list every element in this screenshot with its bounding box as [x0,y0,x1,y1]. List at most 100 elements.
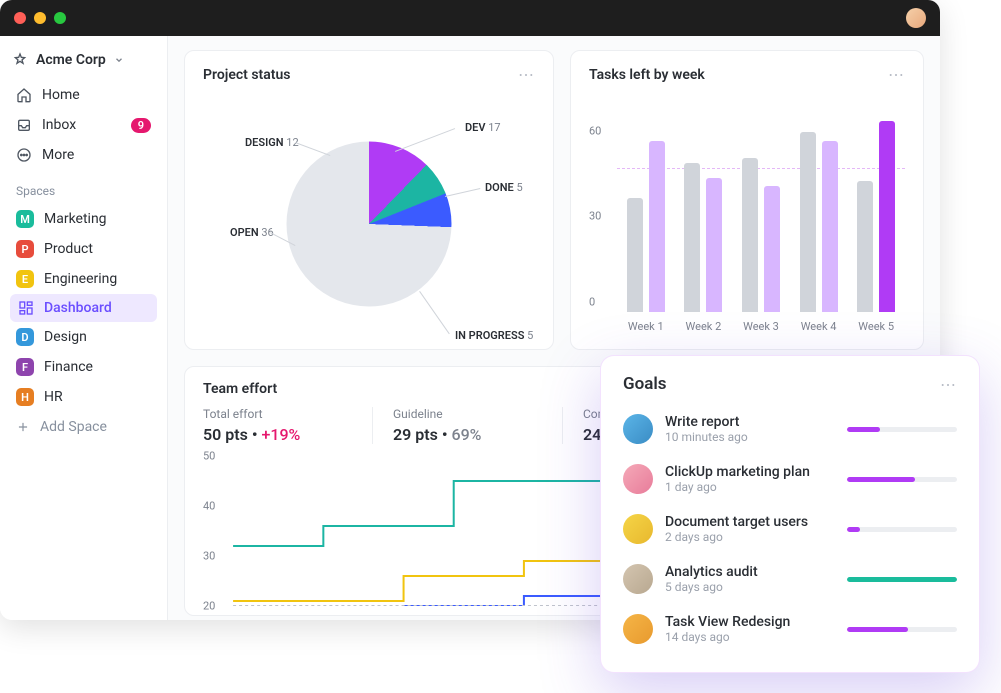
space-label: Dashboard [44,300,112,316]
card-title: Team effort [203,381,277,397]
goal-time: 2 days ago [665,530,835,544]
workspace-icon [12,52,28,68]
goal-time: 10 minutes ago [665,430,835,444]
space-icon: F [16,358,34,376]
space-icon: D [16,328,34,346]
bar [706,178,722,312]
stat-label: Total effort [203,407,352,421]
sidebar-space-item[interactable]: HHR [10,382,157,412]
bar-group [684,163,722,312]
window-controls [14,12,66,24]
goal-item[interactable]: Document target users2 days ago [623,504,957,554]
y-axis-tick: 30 [589,210,601,223]
bar-group [627,141,665,312]
card-menu-icon[interactable]: ⋯ [888,65,905,84]
avatar [623,614,653,644]
sidebar: Acme Corp Home Inbox 9 More Spaces M Mark… [0,36,168,620]
sidebar-space-item[interactable]: FFinance [10,352,157,382]
stat-label: Guideline [393,407,542,421]
bar-group [742,158,780,312]
bar [879,121,895,312]
sidebar-space-item[interactable]: D Design [10,322,157,352]
card-menu-icon[interactable]: ⋯ [518,65,535,84]
stat-value: 50 pts • +19% [203,425,352,444]
x-axis-label: Week 2 [686,320,722,333]
goal-name: ClickUp marketing plan [665,464,835,480]
nav-more[interactable]: More [10,140,157,170]
sidebar-space-item[interactable]: M Marketing [10,204,157,234]
goal-item[interactable]: ClickUp marketing plan1 day ago [623,454,957,504]
add-space-label: Add Space [40,419,107,435]
workspace-switcher[interactable]: Acme Corp [10,48,157,80]
pie-slice-label: DONE 5 [485,181,523,194]
card-title: Project status [203,67,290,83]
avatar [623,564,653,594]
space-icon: H [16,388,34,406]
goal-item[interactable]: Task View Redesign14 days ago [623,604,957,654]
bar-chart: 0 30 60 [589,92,905,312]
space-label: Design [44,329,87,345]
x-axis-label: Week 5 [858,320,894,333]
progress-bar [847,427,957,432]
nav-label: Home [42,87,80,103]
goal-item[interactable]: Write report10 minutes ago [623,404,957,454]
y-axis-tick: 20 [203,600,215,613]
card-menu-icon[interactable]: ⋯ [940,375,957,394]
sidebar-space-item[interactable]: PProduct [10,234,157,264]
bar-group [800,132,838,312]
card-project-status: Project status ⋯ DESIGN 12 DEV 17 DONE 5 IN… [184,50,554,350]
spaces-label: Spaces [10,170,157,204]
minimize-window-icon[interactable] [34,12,46,24]
workspace-name: Acme Corp [36,52,106,68]
bar [764,186,780,312]
avatar [623,464,653,494]
space-label: Product [44,241,93,257]
maximize-window-icon[interactable] [54,12,66,24]
goal-name: Task View Redesign [665,614,835,630]
nav-home[interactable]: Home [10,80,157,110]
y-axis-tick: 60 [589,124,601,137]
goal-time: 5 days ago [665,580,835,594]
bar-group [857,121,895,312]
x-axis-label: Week 3 [743,320,779,333]
close-window-icon[interactable] [14,12,26,24]
card-title: Tasks left by week [589,67,705,83]
pie-slice-label: DEV 17 [465,121,501,134]
add-space-button[interactable]: Add Space [10,412,157,442]
avatar [623,414,653,444]
inbox-icon [16,117,32,133]
space-label: Engineering [44,271,117,287]
y-axis-tick: 0 [589,296,595,309]
stat-block: Guideline 29 pts • 69% [393,407,563,444]
stat-block: Total effort 50 pts • +19% [203,407,373,444]
nav-label: Inbox [42,117,76,133]
x-axis-label: Week 1 [628,320,664,333]
goals-title: Goals [623,374,667,394]
user-avatar[interactable] [906,8,926,28]
pie-slice-label: IN PROGRESS 5 [455,329,533,342]
bar [800,132,816,312]
goal-name: Analytics audit [665,564,835,580]
chevron-down-icon [114,55,124,65]
x-axis-label: Week 4 [801,320,837,333]
titlebar [0,0,940,36]
stat-value: 29 pts • 69% [393,425,542,444]
sidebar-space-item[interactable]: E Engineering [10,264,157,294]
bar [742,158,758,312]
space-icon: E [16,270,34,288]
y-axis-tick: 40 [203,500,215,513]
bar [822,141,838,312]
pie-chart [287,141,452,306]
sidebar-item-dashboard[interactable]: Dashboard [10,294,157,322]
bar [649,141,665,312]
bar [684,163,700,312]
goal-item[interactable]: Analytics audit5 days ago [623,554,957,604]
space-icon: M [16,210,34,228]
goal-time: 14 days ago [665,630,835,644]
pie-slice-label: DESIGN 12 [245,136,299,149]
pie-slice-label: OPEN 36 [230,226,274,239]
nav-inbox[interactable]: Inbox 9 [10,110,157,140]
space-label: Marketing [44,211,107,227]
bar [627,198,643,312]
progress-bar [847,527,957,532]
